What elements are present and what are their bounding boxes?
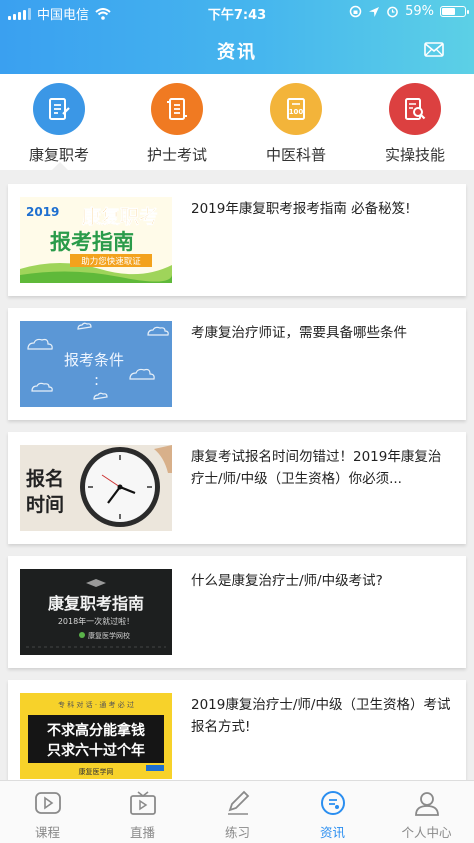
category-label: 实操技能 <box>384 146 445 164</box>
article-thumbnail: 专 科 对 话 · 通 考 必 过 不求高分能拿钱 只求六十过个年 康复医学网 <box>20 693 172 779</box>
category-label: 中医科普 <box>265 146 326 164</box>
top-bar: 中国电信 下午7:43 59% 资讯 <box>0 0 474 74</box>
thumb-line1: 康复职考 <box>82 205 158 228</box>
tab-practice[interactable]: 练习 <box>190 781 285 843</box>
article-list[interactable]: 2019 康复职考 报考指南 助力您快速取证 2019年康复职考报考指南 必备秘… <box>0 170 474 780</box>
score-paper-icon: 100 <box>270 83 322 135</box>
article-card[interactable]: 报名 时间 康复考试报名时间勿错过！2019年康复治疗士/师/中级（卫生资格）你… <box>8 432 466 544</box>
scroll-icon <box>151 83 203 135</box>
category-nurse-exam[interactable]: 护士考试 <box>118 74 236 170</box>
thumb-ribbon: 助力您快速取证 <box>81 256 141 267</box>
tab-course[interactable]: 课程 <box>0 781 95 843</box>
tab-label: 练习 <box>224 825 250 840</box>
status-bar: 中国电信 下午7:43 59% <box>0 0 474 24</box>
thumb-brand: 康复医学网校 <box>88 631 130 640</box>
tv-icon <box>129 791 156 815</box>
tab-label: 个人中心 <box>401 825 452 840</box>
thumb-line1: 不求高分能拿钱 <box>47 722 145 739</box>
article-title: 2019康复治疗士/师/中级（卫生资格）考试报名方式! <box>191 697 451 735</box>
thumb-colon: : <box>94 371 99 389</box>
thumb-year: 2019 <box>26 205 59 219</box>
category-label: 护士考试 <box>146 146 207 164</box>
tab-news[interactable]: 资讯 <box>285 781 380 843</box>
article-title: 考康复治疗师证，需要具备哪些条件 <box>191 325 407 341</box>
pencil-icon <box>227 790 249 815</box>
category-row: 康复职考 护士考试 100 中医科普 实操技能 <box>0 74 474 170</box>
thumb-line2: 只求六十过个年 <box>47 742 145 759</box>
category-rehab-exam[interactable]: 康复职考 <box>0 74 118 170</box>
thumb-line2: 时间 <box>26 494 64 516</box>
search-document-icon <box>389 83 441 135</box>
article-thumbnail: 报名 时间 <box>20 445 172 531</box>
news-icon <box>320 791 345 815</box>
article-card[interactable]: 康复职考指南 2018年一次就过啦！ 康复医学网校 什么是康复治疗士/师/中级考… <box>8 556 466 668</box>
article-title: 康复考试报名时间勿错过！2019年康复治疗士/师/中级（卫生资格）你必须... <box>191 449 442 487</box>
tab-label: 资讯 <box>319 825 345 840</box>
battery-percent: 59% <box>405 4 434 19</box>
play-icon <box>34 792 61 814</box>
active-category-indicator <box>52 162 68 170</box>
mail-icon[interactable] <box>424 42 444 57</box>
document-edit-icon <box>33 83 85 135</box>
alarm-icon <box>387 6 398 18</box>
tab-bar: 课程 直播 练习 资讯 个人中心 <box>0 780 474 843</box>
article-card[interactable]: 2019 康复职考 报考指南 助力您快速取证 2019年康复职考报考指南 必备秘… <box>8 184 466 296</box>
rotation-lock-icon <box>349 5 362 18</box>
location-icon <box>369 6 380 17</box>
category-practical[interactable]: 实操技能 <box>356 74 474 170</box>
article-thumbnail: 报考条件 : <box>20 321 172 407</box>
thumb-top: 专 科 对 话 · 通 考 必 过 <box>58 700 134 709</box>
article-title: 2019年康复职考报考指南 必备秘笈! <box>191 201 411 217</box>
person-icon <box>414 792 439 816</box>
battery-icon <box>440 6 469 17</box>
article-thumbnail: 2019 康复职考 报考指南 助力您快速取证 <box>20 197 172 283</box>
tab-profile[interactable]: 个人中心 <box>379 781 474 843</box>
article-card[interactable]: 专 科 对 话 · 通 考 必 过 不求高分能拿钱 只求六十过个年 康复医学网 … <box>8 680 466 780</box>
article-card[interactable]: 报考条件 : 考康复治疗师证，需要具备哪些条件 <box>8 308 466 420</box>
article-thumbnail: 康复职考指南 2018年一次就过啦！ 康复医学网校 <box>20 569 172 655</box>
tab-label: 直播 <box>129 825 155 840</box>
page-title: 资讯 <box>217 42 257 63</box>
thumb-line2: 2018年一次就过啦！ <box>58 616 134 626</box>
thumb-line2: 报考指南 <box>50 230 134 254</box>
thumb-text: 报考条件 <box>64 351 124 369</box>
tab-live[interactable]: 直播 <box>95 781 190 843</box>
tab-label: 课程 <box>34 825 60 840</box>
article-title: 什么是康复治疗士/师/中级考试? <box>191 573 383 589</box>
thumb-brand: 康复医学网 <box>79 767 114 776</box>
thumb-line1: 报名 <box>26 467 64 490</box>
category-tcm[interactable]: 100 中医科普 <box>237 74 355 170</box>
svg-text:100: 100 <box>289 108 304 116</box>
thumb-line1: 康复职考指南 <box>48 594 144 613</box>
